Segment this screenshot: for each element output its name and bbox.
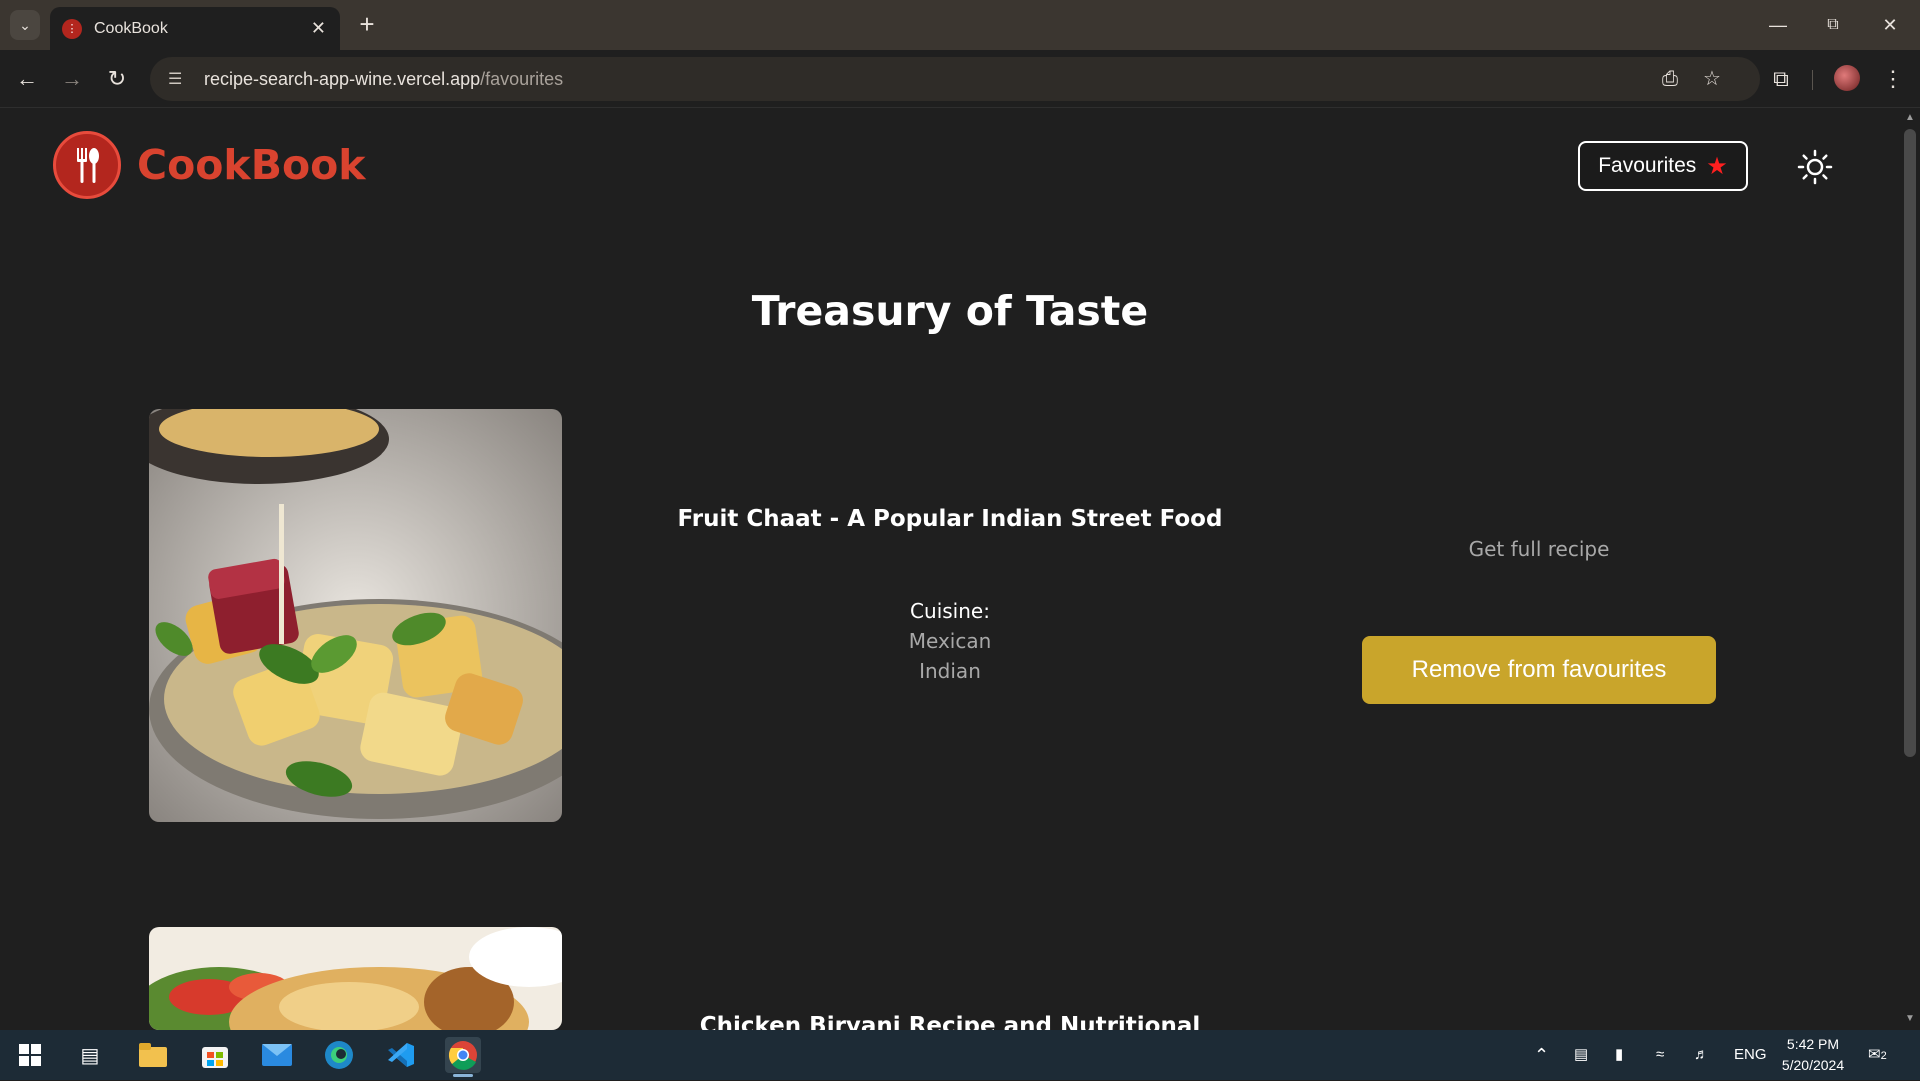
active-indicator [453, 1074, 473, 1077]
url-path: /favourites [480, 68, 564, 89]
task-view-icon[interactable]: ▤ [72, 1037, 108, 1073]
windows-start-icon[interactable] [12, 1037, 48, 1073]
close-window-icon[interactable]: ✕ [1870, 10, 1910, 40]
install-icon[interactable]: ⎙ [1662, 57, 1678, 101]
cuisine-item: Indian [919, 659, 981, 683]
remove-from-favourites-button[interactable]: Remove from favourites [1362, 636, 1716, 704]
brand-name[interactable]: CookBook [137, 141, 366, 189]
plus-icon[interactable]: + [352, 10, 382, 40]
fruit-chaat-image [149, 409, 562, 822]
edge-browser-icon[interactable] [321, 1037, 357, 1073]
star-icon: ★ [1706, 152, 1728, 180]
tab-favicon: ⋮ [62, 18, 82, 39]
extensions-icon[interactable]: ⧉ [1766, 64, 1796, 94]
cuisine-item: Mexican [908, 629, 992, 653]
recipe-title[interactable]: Chicken Biryani Recipe and Nutritional [500, 1013, 1400, 1030]
system-clock[interactable]: 5:42 PM 5/20/2024 [1775, 1034, 1851, 1076]
tab-title: CookBook [94, 19, 168, 37]
favourites-label: Favourites [1598, 154, 1697, 177]
forward-icon[interactable]: → [57, 64, 87, 94]
language-indicator[interactable]: ENG [1734, 1030, 1767, 1080]
menu-icon[interactable]: ⋮ [1878, 64, 1908, 94]
bookmark-star-icon[interactable]: ☆ [1703, 57, 1721, 101]
favourites-button[interactable]: Favourites ★ [1578, 141, 1748, 191]
address-bar[interactable]: ☰ recipe-search-app-wine.vercel.app/favo… [150, 57, 1760, 101]
get-full-recipe-link[interactable]: Get full recipe [1362, 537, 1716, 561]
clock-date: 5/20/2024 [1781, 1057, 1845, 1073]
volume-icon[interactable]: ♬ [1694, 1030, 1709, 1080]
recipe-image [149, 409, 562, 822]
tab-search-icon[interactable]: ⌄ [10, 10, 40, 40]
scroll-thumb[interactable] [1904, 129, 1916, 757]
page-viewport: CookBook Favourites ★ Treasury of Taste [0, 109, 1900, 1030]
browser-tabstrip: ⌄ ⋮ CookBook ✕ + — ⧉ ✕ [0, 0, 1920, 50]
cuisine-label: Cuisine: [910, 599, 990, 623]
file-explorer-icon[interactable] [135, 1037, 171, 1073]
back-icon[interactable]: ← [12, 64, 42, 94]
minimize-icon[interactable]: — [1758, 10, 1798, 40]
fork-spoon-icon [77, 148, 99, 183]
reload-icon[interactable]: ↻ [102, 64, 132, 94]
site-info-icon[interactable]: ☰ [168, 69, 190, 89]
cookbook-logo[interactable] [53, 131, 121, 199]
battery-icon[interactable]: ▮ [1615, 1030, 1623, 1080]
close-icon[interactable]: ✕ [311, 18, 326, 39]
mail-icon[interactable] [259, 1037, 295, 1073]
url-text[interactable]: recipe-search-app-wine.vercel.app/favour… [204, 69, 563, 90]
browser-toolbar: ← → ↻ ☰ recipe-search-app-wine.vercel.ap… [0, 50, 1920, 108]
recipe-title[interactable]: Fruit Chaat - A Popular Indian Street Fo… [500, 506, 1400, 532]
chevron-up-icon[interactable]: ⌃ [1534, 1030, 1549, 1080]
sun-icon[interactable] [1795, 147, 1835, 187]
browser-tab[interactable]: ⋮ CookBook ✕ [50, 7, 340, 50]
clock-time: 5:42 PM [1786, 1036, 1840, 1052]
notification-count: 2 [1880, 1050, 1887, 1062]
vscode-icon[interactable] [383, 1037, 419, 1073]
toolbar-divider [1812, 70, 1813, 90]
page-title: Treasury of Taste [751, 287, 1149, 335]
windows-taskbar: ▤ ⌃ ▤ ▮ ≈ ♬ ENG 5:42 PM 5/20/2024 ✉2 [0, 1030, 1920, 1080]
microsoft-store-icon[interactable] [197, 1037, 233, 1073]
url-host: recipe-search-app-wine.vercel.app [204, 68, 481, 89]
chrome-icon[interactable] [445, 1037, 481, 1077]
meet-now-icon[interactable]: ▤ [1574, 1030, 1588, 1080]
page-scrollbar[interactable]: ▲ ▼ [1900, 109, 1920, 1030]
notifications-icon[interactable]: ✉2 [1868, 1030, 1887, 1080]
profile-avatar[interactable] [1834, 65, 1860, 91]
scroll-down-icon[interactable]: ▼ [1900, 1013, 1920, 1027]
scroll-up-icon[interactable]: ▲ [1900, 112, 1920, 126]
sun-icon-svg [1797, 149, 1833, 185]
wifi-icon[interactable]: ≈ [1656, 1030, 1664, 1080]
restore-icon[interactable]: ⧉ [1813, 10, 1853, 40]
